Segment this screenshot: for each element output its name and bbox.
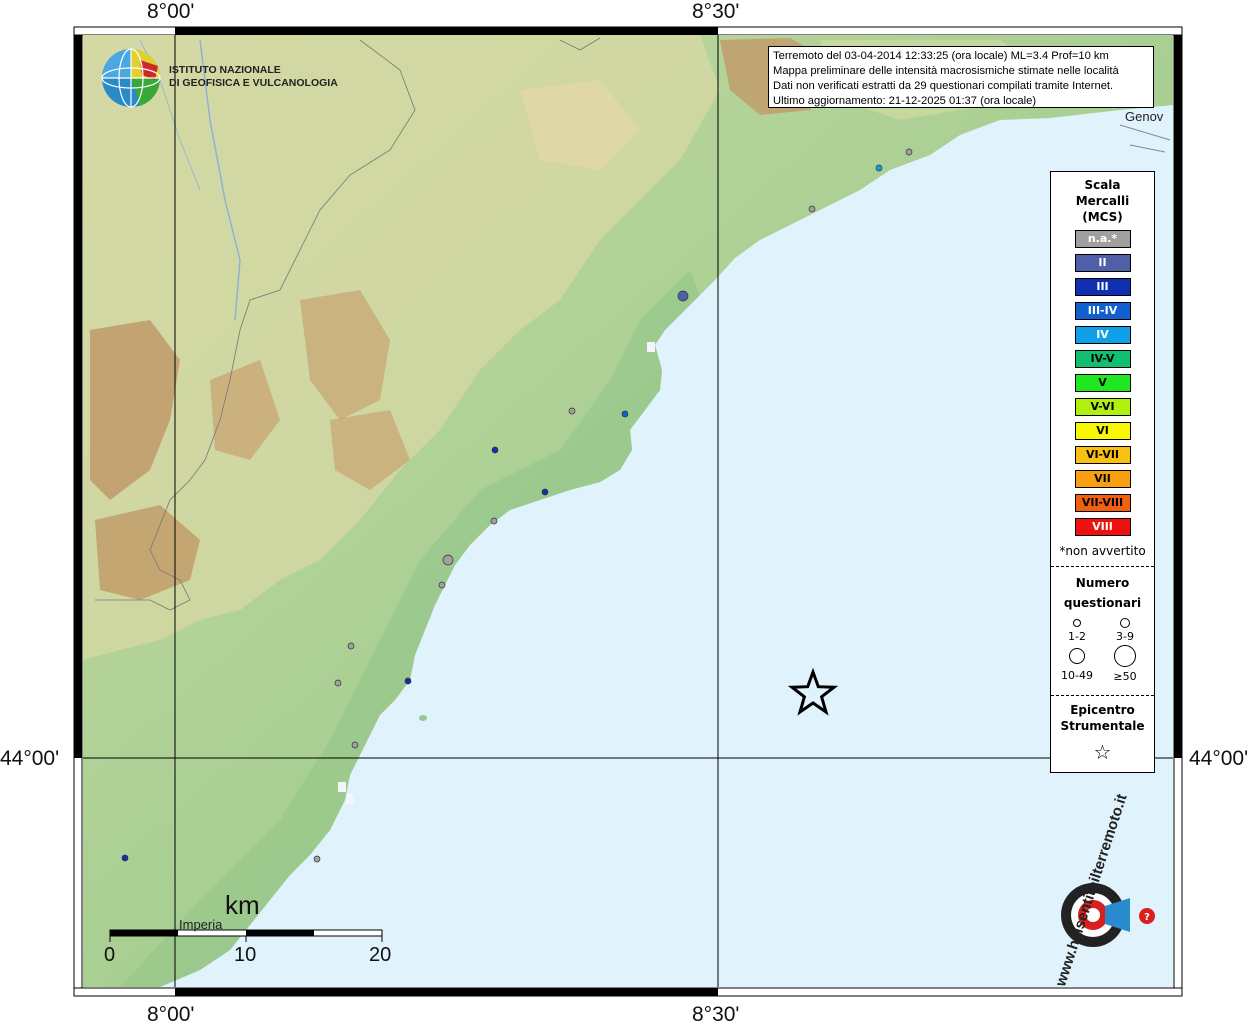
intensity-scale-list: n.a.* II III III-IV IV IV-V V V-VI VI VI-VII VII VI… xyxy=(1051,230,1154,536)
legend-divider xyxy=(1051,566,1154,567)
epicenter-title: Epicentro Strumentale xyxy=(1051,702,1154,734)
intensity-point xyxy=(491,446,499,454)
event-info-box: Terremoto del 03-04-2014 12:33:25 (ora l… xyxy=(768,46,1154,108)
intensity-point xyxy=(442,554,454,566)
legend-title: Scala Mercalli (MCS) xyxy=(1051,177,1154,225)
intensity-swatch: VII-VIII xyxy=(1074,494,1131,512)
scalebar-label-0: 0 xyxy=(104,944,116,966)
tick-top-8-30: 8°30' xyxy=(692,0,740,23)
size-circle-1-2 xyxy=(1073,619,1081,627)
intensity-point xyxy=(905,148,913,156)
intensity-swatch: III xyxy=(1074,278,1131,296)
intensity-point xyxy=(313,855,321,863)
scalebar-label-10: 10 xyxy=(234,944,257,966)
questionnaires-title-line2: questionari xyxy=(1063,596,1142,610)
intensity-swatch: VII xyxy=(1074,470,1131,488)
legend-title-line: Scala xyxy=(1084,178,1121,192)
intensity-point xyxy=(351,741,359,749)
intensity-point xyxy=(875,164,883,172)
intensity-swatch: VI xyxy=(1074,422,1131,440)
tick-left-44-00: 44°00' xyxy=(0,747,60,770)
intensity-point xyxy=(490,517,498,525)
tick-bottom-8-30: 8°30' xyxy=(692,1003,740,1026)
legend-note: *non avvertito xyxy=(1059,544,1146,558)
intensity-swatch: III-IV xyxy=(1074,302,1131,320)
size-label: 3-9 xyxy=(1116,630,1134,643)
intensity-swatch: IV-V xyxy=(1074,350,1131,368)
info-line-1: Terremoto del 03-04-2014 12:33:25 (ora l… xyxy=(773,50,1109,62)
scalebar-label-20: 20 xyxy=(369,944,392,966)
intensity-point xyxy=(808,205,816,213)
legend-title-line: Mercalli xyxy=(1075,194,1130,208)
svg-text:?: ? xyxy=(1144,912,1150,923)
intensity-point xyxy=(347,642,355,650)
tick-bottom-8-00: 8°00' xyxy=(147,1003,195,1026)
size-circle-3-9 xyxy=(1120,618,1130,628)
intensity-point xyxy=(621,410,629,418)
questionnaires-title: Numero questionari xyxy=(1051,573,1154,613)
size-circle-50 xyxy=(1114,645,1136,667)
size-label: 1-2 xyxy=(1068,630,1086,643)
legend-title-line: (MCS) xyxy=(1082,210,1123,224)
epicenter-title-line1: Epicentro xyxy=(1070,703,1135,717)
place-genova: Genov xyxy=(1125,109,1164,124)
place-imperia: Imperia xyxy=(179,917,223,932)
intensity-point xyxy=(541,488,549,496)
questionnaires-title-line1: Numero xyxy=(1075,576,1130,590)
intensity-swatch: V-VI xyxy=(1074,398,1131,416)
questionnaire-size-key: 1-2 3-9 10-49 ≥50 xyxy=(1051,613,1154,691)
tick-right-44-00: 44°00' xyxy=(1189,747,1249,770)
intensity-point xyxy=(677,290,689,302)
intensity-point xyxy=(438,581,446,589)
intensity-swatch: II xyxy=(1074,254,1131,272)
info-line-4: Ultimo aggiornamento: 21-12-2025 01:37 (… xyxy=(773,95,1037,107)
intensity-swatch: VI-VII xyxy=(1074,446,1131,464)
size-label: 10-49 xyxy=(1061,669,1093,682)
intensity-point xyxy=(568,407,576,415)
epicenter-title-line2: Strumentale xyxy=(1060,719,1145,733)
tick-top-8-00: 8°00' xyxy=(147,0,195,23)
size-circle-10-49 xyxy=(1069,648,1085,664)
legend-divider xyxy=(1051,695,1154,696)
epicenter-legend-star-icon: ☆ xyxy=(1093,740,1112,764)
intensity-swatch: n.a.* xyxy=(1074,230,1131,248)
scalebar-unit: km xyxy=(225,890,260,920)
ingv-logo-text: ISTITUTO NAZIONALE DI GEOFISICA E VULCAN… xyxy=(169,64,338,90)
intensity-swatch: IV xyxy=(1074,326,1131,344)
intensity-point xyxy=(404,677,412,685)
intensity-swatch: V xyxy=(1074,374,1131,392)
info-line-3: Dati non verificati estratti da 29 quest… xyxy=(773,80,1114,92)
ingv-line2: DI GEOFISICA E VULCANOLOGIA xyxy=(169,77,338,89)
intensity-swatch: VIII xyxy=(1074,518,1131,536)
ingv-globe-icon xyxy=(101,48,161,108)
intensity-point xyxy=(121,854,129,862)
ingv-line1: ISTITUTO NAZIONALE xyxy=(169,64,281,76)
legend-panel: Scala Mercalli (MCS) n.a.* II III III-IV IV I… xyxy=(1050,171,1155,773)
size-label: ≥50 xyxy=(1113,670,1137,683)
intensity-point xyxy=(334,679,342,687)
info-line-2: Mappa preliminare delle intensità macros… xyxy=(773,65,1119,77)
